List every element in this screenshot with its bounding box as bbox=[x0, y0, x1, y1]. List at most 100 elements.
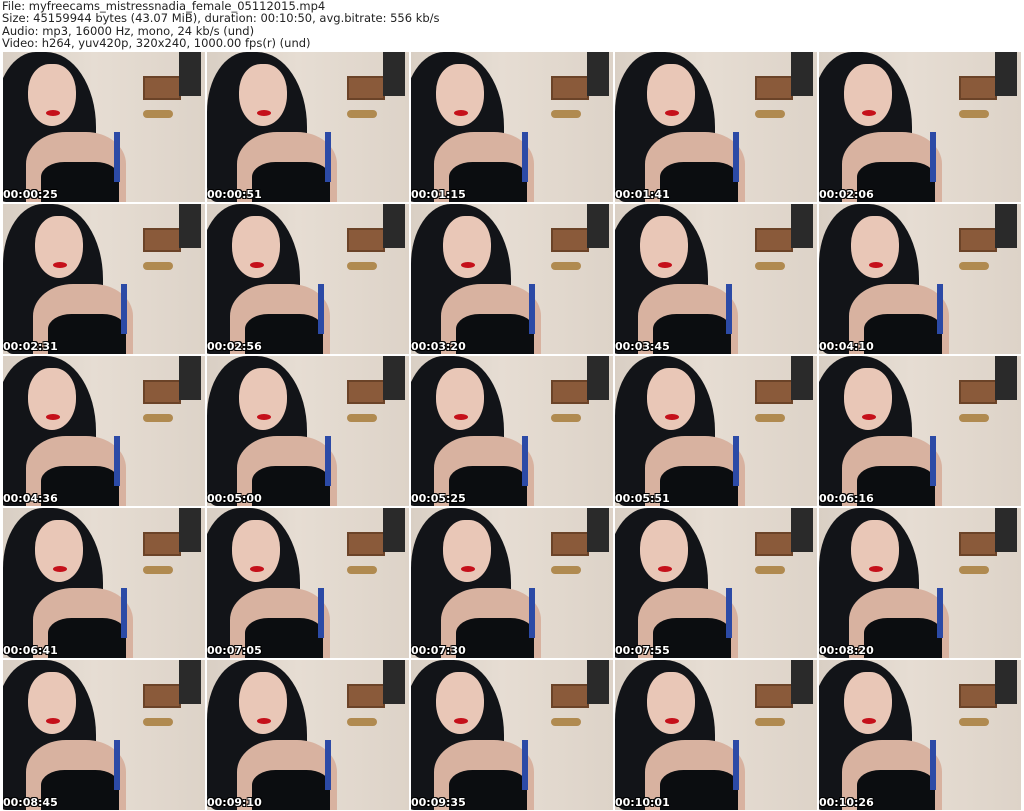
timestamp: 00:02:06 bbox=[819, 188, 874, 201]
timestamp: 00:05:25 bbox=[411, 492, 466, 505]
wall-decoration bbox=[959, 414, 989, 422]
timestamp: 00:01:15 bbox=[411, 188, 466, 201]
face bbox=[28, 368, 76, 430]
black-top bbox=[48, 618, 126, 658]
wall-shelf bbox=[347, 532, 385, 556]
background-object bbox=[791, 356, 813, 400]
timestamp: 00:02:56 bbox=[207, 340, 262, 353]
blue-strap bbox=[930, 740, 936, 790]
wall-decoration bbox=[551, 414, 581, 422]
video-info: Video: h264, yuv420p, 320x240, 1000.00 f… bbox=[2, 35, 311, 50]
background-object bbox=[179, 204, 201, 248]
video-thumbnail: 00:08:20 bbox=[819, 508, 1021, 658]
wall-shelf bbox=[347, 380, 385, 404]
timestamp: 00:09:10 bbox=[207, 796, 262, 809]
wall-decoration bbox=[551, 262, 581, 270]
blue-strap bbox=[325, 740, 331, 790]
blue-strap bbox=[733, 132, 739, 182]
background-object bbox=[995, 660, 1017, 704]
wall-decoration bbox=[143, 262, 173, 270]
background-object bbox=[791, 508, 813, 552]
face bbox=[851, 216, 899, 278]
background-object bbox=[383, 52, 405, 96]
face bbox=[844, 672, 892, 734]
background-object bbox=[995, 52, 1017, 96]
face bbox=[640, 216, 688, 278]
background-object bbox=[791, 52, 813, 96]
video-thumbnail: 00:07:05 bbox=[207, 508, 409, 658]
timestamp: 00:00:51 bbox=[207, 188, 262, 201]
face bbox=[640, 520, 688, 582]
lips bbox=[461, 566, 475, 572]
wall-decoration bbox=[959, 262, 989, 270]
background-object bbox=[587, 660, 609, 704]
timestamp: 00:05:51 bbox=[615, 492, 670, 505]
lips bbox=[53, 566, 67, 572]
lips bbox=[250, 262, 264, 268]
wall-shelf bbox=[755, 380, 793, 404]
video-thumbnail: 00:02:56 bbox=[207, 204, 409, 354]
blue-strap bbox=[114, 436, 120, 486]
wall-shelf bbox=[959, 532, 997, 556]
wall-shelf bbox=[143, 684, 181, 708]
wall-decoration bbox=[347, 262, 377, 270]
wall-shelf bbox=[959, 228, 997, 252]
black-top bbox=[252, 466, 330, 506]
timestamp: 00:01:41 bbox=[615, 188, 670, 201]
wall-decoration bbox=[959, 566, 989, 574]
background-object bbox=[791, 660, 813, 704]
file-info-header: File: myfreecams_mistressnadia_female_05… bbox=[2, 0, 440, 49]
timestamp: 00:10:26 bbox=[819, 796, 874, 809]
blue-strap bbox=[522, 132, 528, 182]
wall-shelf bbox=[551, 380, 589, 404]
timestamp: 00:06:41 bbox=[3, 644, 58, 657]
background-object bbox=[587, 508, 609, 552]
background-object bbox=[587, 204, 609, 248]
video-thumbnail: 00:00:25 bbox=[3, 52, 205, 202]
lips bbox=[658, 262, 672, 268]
background-object bbox=[179, 356, 201, 400]
timestamp: 00:06:16 bbox=[819, 492, 874, 505]
video-thumbnail: 00:09:35 bbox=[411, 660, 613, 810]
lips bbox=[257, 110, 271, 116]
video-thumbnail: 00:05:51 bbox=[615, 356, 817, 506]
blue-strap bbox=[325, 132, 331, 182]
wall-shelf bbox=[755, 684, 793, 708]
black-top bbox=[864, 314, 942, 354]
lips bbox=[665, 414, 679, 420]
face bbox=[844, 64, 892, 126]
wall-decoration bbox=[755, 566, 785, 574]
blue-strap bbox=[529, 284, 535, 334]
face bbox=[232, 216, 280, 278]
wall-shelf bbox=[143, 76, 181, 100]
blue-strap bbox=[114, 132, 120, 182]
lips bbox=[46, 110, 60, 116]
face bbox=[239, 672, 287, 734]
thumbnail-grid: 00:00:25 00:00:51 00:01:15 00:01:41 00:0… bbox=[3, 52, 1021, 810]
background-object bbox=[587, 356, 609, 400]
black-top bbox=[252, 162, 330, 202]
wall-shelf bbox=[551, 532, 589, 556]
video-thumbnail: 00:08:45 bbox=[3, 660, 205, 810]
wall-shelf bbox=[143, 228, 181, 252]
background-object bbox=[383, 204, 405, 248]
video-thumbnail: 00:01:15 bbox=[411, 52, 613, 202]
timestamp: 00:09:35 bbox=[411, 796, 466, 809]
face bbox=[35, 216, 83, 278]
wall-decoration bbox=[755, 718, 785, 726]
wall-shelf bbox=[551, 228, 589, 252]
lips bbox=[862, 414, 876, 420]
file-size-duration: Size: 45159944 bytes (43.07 MiB), durati… bbox=[2, 11, 440, 26]
video-thumbnail: 00:00:51 bbox=[207, 52, 409, 202]
background-object bbox=[995, 508, 1017, 552]
wall-decoration bbox=[347, 110, 377, 118]
black-top bbox=[456, 618, 534, 658]
wall-decoration bbox=[551, 110, 581, 118]
video-thumbnail: 00:05:25 bbox=[411, 356, 613, 506]
blue-strap bbox=[733, 740, 739, 790]
lips bbox=[665, 110, 679, 116]
video-thumbnail: 00:07:55 bbox=[615, 508, 817, 658]
lips bbox=[257, 718, 271, 724]
face bbox=[436, 672, 484, 734]
lips bbox=[257, 414, 271, 420]
